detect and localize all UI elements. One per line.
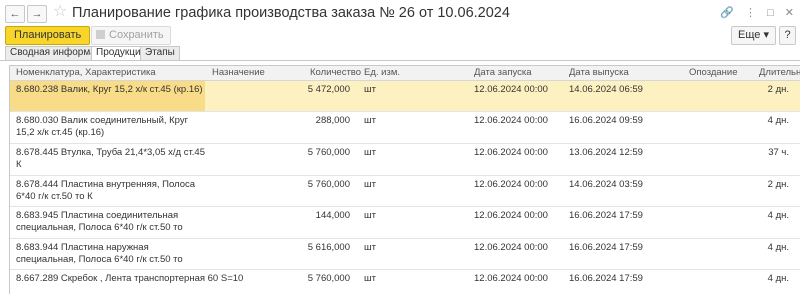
cell-quantity: 144,000 xyxy=(315,210,350,221)
cell-start-date: 12.06.2024 00:00 xyxy=(474,210,548,221)
cell-end-date: 14.06.2024 03:59 xyxy=(569,179,643,190)
cell-duration: 4 дн. xyxy=(767,115,789,126)
table-row[interactable]: 8.678.445 Втулка, Труба 21,4*3,05 х/д ст… xyxy=(10,144,800,176)
table-row[interactable]: 8.683.944 Пластина наружная специальная,… xyxy=(10,239,800,270)
cell-end-date: 14.06.2024 06:59 xyxy=(569,84,643,95)
back-arrow-icon[interactable]: ← xyxy=(5,5,25,23)
table-row[interactable]: 8.667.289 Скребок , Лента транспортерная… xyxy=(10,270,800,294)
column-header-purpose[interactable]: Назначение xyxy=(208,66,265,81)
cell-end-date: 16.06.2024 17:59 xyxy=(569,210,643,221)
cell-duration: 2 дн. xyxy=(767,179,789,190)
products-table: Номенклатура, Характеристика Назначение … xyxy=(9,65,800,294)
cell-start-date: 12.06.2024 00:00 xyxy=(474,84,548,95)
save-icon xyxy=(96,30,105,39)
cell-nomenclature: 8.683.945 Пластина соединительная специа… xyxy=(16,210,183,233)
cell-unit: шт xyxy=(364,210,376,221)
column-header-end-date[interactable]: Дата выпуска xyxy=(565,66,629,81)
table-row[interactable]: 8.680.030 Валик соединительный, Круг 15,… xyxy=(10,112,800,144)
tab-divider xyxy=(0,60,800,61)
cell-unit: шт xyxy=(364,273,376,284)
tab-stages[interactable]: Этапы xyxy=(140,46,180,60)
cell-nomenclature: 8.680.030 Валик соединительный, Круг 15,… xyxy=(16,115,189,138)
cell-duration: 2 дн. xyxy=(767,84,789,95)
cell-duration: 4 дн. xyxy=(767,242,789,253)
cell-unit: шт xyxy=(364,242,376,253)
cell-quantity: 5 616,000 xyxy=(307,242,350,253)
title-bar: ← → ☆ Планирование графика производства … xyxy=(0,0,800,26)
column-header-nomenclature[interactable]: Номенклатура, Характеристика xyxy=(12,66,156,81)
plan-button[interactable]: Планировать xyxy=(5,26,91,45)
cell-nomenclature: 8.678.444 Пластина внутренняя, Полоса 6*… xyxy=(16,179,196,202)
column-header-start-date[interactable]: Дата запуска xyxy=(470,66,532,81)
cell-unit: шт xyxy=(364,179,376,190)
cell-unit: шт xyxy=(364,84,376,95)
toolbar: Планировать Сохранить Еще ▾ ? xyxy=(0,26,800,46)
cell-start-date: 12.06.2024 00:00 xyxy=(474,147,548,158)
cell-quantity: 288,000 xyxy=(315,115,350,126)
cell-nomenclature: 8.683.944 Пластина наружная специальная,… xyxy=(16,242,183,265)
cell-end-date: 13.06.2024 12:59 xyxy=(569,147,643,158)
save-button[interactable]: Сохранить xyxy=(91,26,171,45)
more-button[interactable]: Еще ▾ xyxy=(731,26,776,45)
cell-unit: шт xyxy=(364,147,376,158)
cell-start-date: 12.06.2024 00:00 xyxy=(474,273,548,284)
cell-quantity: 5 472,000 xyxy=(307,84,350,95)
column-header-unit[interactable]: Ед. изм. xyxy=(360,66,400,81)
cell-start-date: 12.06.2024 00:00 xyxy=(474,115,548,126)
cell-quantity: 5 760,000 xyxy=(307,179,350,190)
cell-nomenclature: 8.678.445 Втулка, Труба 21,4*3,05 х/д ст… xyxy=(16,147,205,170)
star-icon[interactable]: ☆ xyxy=(53,3,67,21)
save-button-label: Сохранить xyxy=(109,29,164,41)
link-icon[interactable]: 🔗 xyxy=(720,7,734,19)
table-row[interactable]: 8.680.238 Валик, Круг 15,2 х/к ст.45 (кр… xyxy=(10,81,800,112)
cell-nomenclature: 8.667.289 Скребок , Лента транспортерная… xyxy=(16,273,244,284)
cell-unit: шт xyxy=(364,115,376,126)
page-title: Планирование графика производства заказа… xyxy=(72,5,510,21)
more-vertical-icon[interactable]: ⋮ xyxy=(745,7,756,19)
table-row[interactable]: 8.683.945 Пластина соединительная специа… xyxy=(10,207,800,239)
tab-bar: Сводная информация Продукция Этапы xyxy=(0,46,800,61)
cell-end-date: 16.06.2024 09:59 xyxy=(569,115,643,126)
close-icon[interactable]: ✕ xyxy=(785,7,794,19)
cell-end-date: 16.06.2024 17:59 xyxy=(569,273,643,284)
maximize-icon[interactable]: □ xyxy=(767,7,774,19)
cell-duration: 37 ч. xyxy=(768,147,789,158)
column-header-delay[interactable]: Опоздание xyxy=(685,66,738,81)
cell-duration: 4 дн. xyxy=(767,210,789,221)
cell-quantity: 5 760,000 xyxy=(307,147,350,158)
table-header: Номенклатура, Характеристика Назначение … xyxy=(10,66,800,81)
column-header-quantity[interactable]: Количество xyxy=(306,66,361,81)
cell-quantity: 5 760,000 xyxy=(307,273,350,284)
column-header-duration[interactable]: Длительность xyxy=(755,66,800,81)
cell-start-date: 12.06.2024 00:00 xyxy=(474,179,548,190)
cell-end-date: 16.06.2024 17:59 xyxy=(569,242,643,253)
forward-arrow-icon[interactable]: → xyxy=(27,5,47,23)
cell-nomenclature: 8.680.238 Валик, Круг 15,2 х/к ст.45 (кр… xyxy=(16,84,203,95)
cell-duration: 4 дн. xyxy=(767,273,789,284)
window-controls: 🔗 ⋮ □ ✕ xyxy=(712,6,794,19)
table-row[interactable]: 8.678.444 Пластина внутренняя, Полоса 6*… xyxy=(10,176,800,207)
help-button[interactable]: ? xyxy=(779,26,796,45)
cell-start-date: 12.06.2024 00:00 xyxy=(474,242,548,253)
